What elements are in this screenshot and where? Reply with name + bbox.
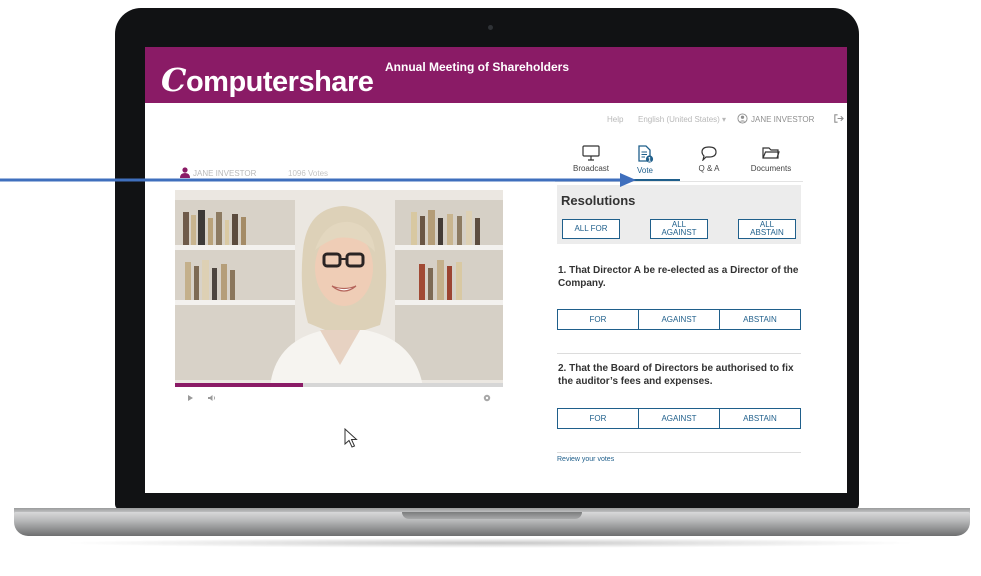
all-abstain-label: ALL ABSTAIN xyxy=(750,220,784,237)
resolution-2-abstain-button[interactable]: ABSTAIN xyxy=(720,408,801,429)
all-against-button[interactable]: ALL AGAINST xyxy=(650,219,708,239)
resolution-1-vote-row: FOR AGAINST ABSTAIN xyxy=(557,309,801,330)
resolution-2-vote-row: FOR AGAINST ABSTAIN xyxy=(557,408,801,429)
computershare-logo: Computershare xyxy=(161,61,374,99)
resolution-divider xyxy=(557,452,801,453)
resolutions-title: Resolutions xyxy=(561,193,636,208)
resolution-1-text: 1. That Director A be re-elected as a Di… xyxy=(558,265,799,289)
all-for-label: ALL FOR xyxy=(574,224,608,233)
video-frame xyxy=(175,190,503,387)
broadcast-video[interactable] xyxy=(175,190,503,387)
help-link[interactable]: Help xyxy=(607,115,623,124)
meeting-title: Annual Meeting of Shareholders xyxy=(385,60,570,74)
resolution-divider xyxy=(557,353,801,354)
resolution-2-for-button[interactable]: FOR xyxy=(557,408,639,429)
laptop-screen: Computershare Annual Meeting of Sharehol… xyxy=(145,47,847,493)
tab-documents[interactable]: Documents xyxy=(741,145,801,173)
folder-icon xyxy=(762,147,780,159)
tab-qa-label: Q & A xyxy=(698,164,720,173)
all-abstain-button[interactable]: ALL ABSTAIN xyxy=(738,219,796,239)
settings-gear-icon[interactable] xyxy=(482,393,492,403)
tab-qa[interactable]: Q & A xyxy=(679,145,739,173)
resolution-1-for-button[interactable]: FOR xyxy=(557,309,639,330)
review-votes-link[interactable]: Review your votes xyxy=(557,456,614,463)
resolution-2-against-button[interactable]: AGAINST xyxy=(639,408,720,429)
tab-documents-label: Documents xyxy=(750,164,792,173)
resolution-1-abstain-button[interactable]: ABSTAIN xyxy=(720,309,801,330)
resolution-2-text: 2. That the Board of Directors be author… xyxy=(558,363,794,387)
video-progress-fill xyxy=(175,383,303,387)
user-circle-icon xyxy=(737,113,748,124)
volume-icon[interactable] xyxy=(207,393,217,403)
laptop-shadow xyxy=(60,538,920,548)
user-name[interactable]: JANE INVESTOR xyxy=(751,115,814,124)
annotation-arrow xyxy=(0,173,636,187)
all-for-button[interactable]: ALL FOR xyxy=(562,219,620,239)
monitor-icon xyxy=(582,145,600,161)
logout-icon[interactable] xyxy=(833,113,844,124)
play-icon[interactable] xyxy=(185,393,195,403)
all-against-label: ALL AGAINST xyxy=(661,220,697,237)
mouse-cursor-icon xyxy=(344,428,358,448)
document-icon: 1 xyxy=(638,145,654,163)
tab-broadcast[interactable]: Broadcast xyxy=(561,145,621,173)
webcam xyxy=(488,25,493,30)
resolution-1-against-button[interactable]: AGAINST xyxy=(639,309,720,330)
brand-header: Computershare Annual Meeting of Sharehol… xyxy=(145,47,847,103)
speech-bubble-icon xyxy=(701,146,717,161)
language-select[interactable]: English (United States) ▾ xyxy=(638,115,726,124)
laptop-notch xyxy=(402,512,582,519)
